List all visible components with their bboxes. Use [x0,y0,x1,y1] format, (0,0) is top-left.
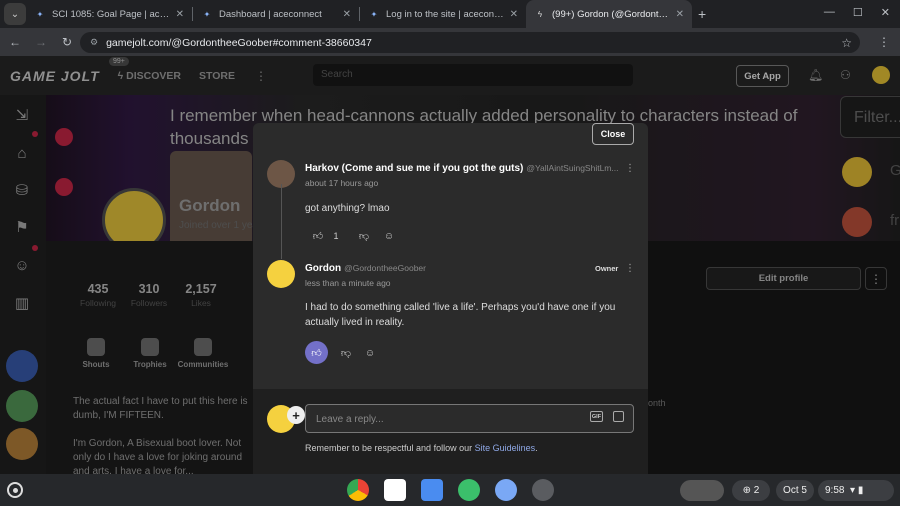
author-handle: @GordontheeGoober [344,263,426,273]
guidelines-text: Remember to be respectful and follow our [305,443,475,453]
close-tab-icon[interactable]: ✕ [343,9,351,20]
close-button[interactable]: Close [592,123,634,145]
sticker-icon[interactable] [613,411,624,422]
comment-text: got anything? lmao [305,203,390,214]
close-tab-icon[interactable]: ✕ [676,9,684,20]
reaction-add-icon[interactable]: ☺ [382,229,396,243]
gordon-avatar[interactable] [267,260,295,288]
like-icon[interactable]: 👍︎ [311,229,325,243]
comment-text: I had to do something called 'live a lif… [305,302,616,328]
tab-sci-goal-page[interactable]: ✦ SCI 1085: Goal Page | aceconn ✕ [26,0,192,28]
reply-composer: + Leave a reply... GIF Remember to be re… [253,389,648,474]
aceconnect-favicon-icon: ✦ [36,9,44,19]
aceconnect-favicon-icon: ✦ [370,9,378,19]
gmail-icon[interactable] [384,479,406,501]
gamejolt-app-icon[interactable] [532,479,554,501]
window-controls: — ☐ ✕ [824,6,890,19]
wifi-icon: ▾ [850,485,856,496]
tab-search-button[interactable]: ⌄ [4,3,26,25]
comment-author[interactable]: Gordon @GordontheeGoober [305,263,426,274]
aceconnect-favicon-icon: ✦ [203,9,211,19]
author-name: Harkov (Come and sue me if you got the g… [305,163,524,174]
reaction-add-icon[interactable]: ☺ [363,346,377,360]
url-text: gamejolt.com/@GordontheeGoober#comment-3… [106,36,372,49]
comment-author[interactable]: Harkov (Come and sue me if you got the g… [305,163,618,174]
notification-count: 2 [753,485,760,496]
comment-time[interactable]: about 17 hours ago [305,178,378,188]
like-icon-active[interactable]: 👍︎ [305,341,328,364]
messenger-icon[interactable] [458,479,480,501]
minimize-icon[interactable]: — [824,6,835,19]
close-tab-icon[interactable]: ✕ [176,9,184,20]
holding-space-thumbnail[interactable] [680,480,724,501]
guidelines-note: Remember to be respectful and follow our… [305,443,538,453]
comment-options-icon[interactable]: ⋮ [625,263,635,274]
tab-gordon-profile[interactable]: ϟ (99+) Gordon (@GordontheeGo ✕ [526,0,692,28]
owner-badge: Owner [595,264,619,273]
new-tab-icon[interactable]: + [698,6,706,22]
gif-icon[interactable]: GIF [590,411,603,422]
clock: 9:58 [825,485,845,496]
chrome-icon[interactable] [347,479,369,501]
battery-icon: ▮ [857,485,864,496]
date-tray[interactable]: Oct 5 [776,480,814,501]
launcher-icon[interactable] [7,482,23,498]
url-field[interactable]: ⚙ gamejolt.com/@GordontheeGoober#comment… [80,32,860,53]
comment-thread-modal: Close Harkov (Come and sue me if you got… [253,123,648,474]
files-icon[interactable] [421,479,443,501]
notification-tray[interactable]: ⊕ 2 [732,480,770,501]
back-arrow-icon[interactable]: ← [2,35,28,49]
close-window-icon[interactable]: ✕ [881,6,890,19]
reply-input[interactable]: Leave a reply... [305,404,634,433]
browser-menu-icon[interactable]: ⋮ [878,35,890,49]
tab-title: Log in to the site | aceconnect [386,8,504,20]
tab-title: Dashboard | aceconnect [219,8,322,20]
comment-options-icon[interactable]: ⋮ [625,163,635,174]
settings-icon[interactable] [495,479,517,501]
tab-dashboard[interactable]: ✦ Dashboard | aceconnect ✕ [193,0,359,28]
browser-tab-strip: ⌄ ✦ SCI 1085: Goal Page | aceconn ✕ ✦ Da… [0,0,900,28]
gamejolt-favicon-icon: ϟ [537,9,543,19]
add-attachment-icon[interactable]: + [287,406,305,424]
thread-line [281,184,282,259]
reload-icon[interactable]: ↻ [54,35,80,49]
status-tray[interactable]: 9:58 ▾ ▮ [818,480,894,501]
tab-login[interactable]: ✦ Log in to the site | aceconnect ✕ [360,0,526,28]
site-info-icon[interactable]: ⚙ [90,37,98,48]
tab-title: (99+) Gordon (@GordontheeGo [552,8,670,20]
guidelines-suffix: . [535,443,538,453]
address-bar: ← → ↻ ⚙ gamejolt.com/@GordontheeGoober#c… [0,28,900,56]
author-name: Gordon [305,263,342,274]
bookmark-star-icon[interactable]: ☆ [841,36,852,50]
comment-time[interactable]: less than a minute ago [305,278,391,288]
close-tab-icon[interactable]: ✕ [510,9,518,20]
forward-arrow-icon[interactable]: → [28,35,54,49]
dislike-icon[interactable]: 👎︎ [339,346,353,360]
like-count: 1 [333,231,339,241]
page-viewport: GAME JOLT ϟ DISCOVER STORE ⋮ 99+ Search … [0,56,900,474]
os-shelf: ⊕ 2 Oct 5 9:58 ▾ ▮ [0,474,900,506]
site-guidelines-link[interactable]: Site Guidelines [475,443,536,453]
tab-title: SCI 1085: Goal Page | aceconn [52,8,170,20]
maximize-icon[interactable]: ☐ [853,6,863,19]
author-handle: @YallAintSuingShitLm... [526,163,619,173]
dislike-icon[interactable]: 👎︎ [357,229,371,243]
